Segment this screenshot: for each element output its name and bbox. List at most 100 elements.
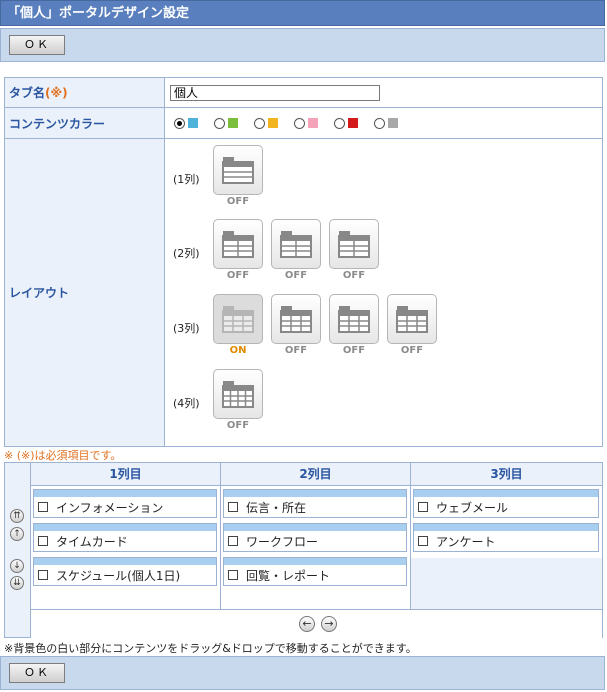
- content-label: 回覧・レポート: [246, 568, 331, 583]
- card-drag-handle[interactable]: [414, 490, 598, 497]
- card-drag-handle[interactable]: [224, 490, 406, 497]
- move-arrows: ⇈ ↑ ↓ ⇊: [5, 463, 31, 637]
- column-drop-area[interactable]: 伝言・所在ワークフロー 回覧・レポート: [221, 486, 410, 609]
- content-label: インフォメーション: [56, 500, 164, 515]
- required-mark: (※): [45, 86, 68, 100]
- content-label: 伝言・所在: [246, 500, 307, 515]
- content-card[interactable]: インフォメーション: [33, 489, 217, 518]
- layout-option[interactable]: OFF: [271, 294, 321, 356]
- move-left-icon[interactable]: ←: [299, 616, 315, 632]
- column-header: 1列目: [31, 463, 220, 486]
- color-swatch-6: [388, 118, 398, 128]
- content-card[interactable]: ワークフロー: [223, 523, 407, 552]
- content-card[interactable]: 伝言・所在: [223, 489, 407, 518]
- color-swatch-4: [308, 118, 318, 128]
- layout-row-4: (4列) OFF: [173, 369, 271, 431]
- layout-row-label: (2列): [173, 247, 200, 260]
- content-card[interactable]: ウェブメール: [413, 489, 599, 518]
- layout-status: OFF: [226, 196, 250, 207]
- layout-status: OFF: [400, 345, 424, 356]
- content-card[interactable]: タイムカード: [33, 523, 217, 552]
- content-label: タイムカード: [56, 534, 128, 549]
- layout-row-label: (1列): [173, 173, 200, 186]
- column-drop-area[interactable]: インフォメーション タイムカードスケジュール(個人1日): [31, 486, 220, 609]
- column-drop-area[interactable]: ウェブメールアンケート: [411, 486, 602, 609]
- layout-option[interactable]: OFF: [271, 219, 321, 281]
- tab-name-cell: [164, 77, 603, 108]
- layout-2col-a-icon: [213, 219, 263, 269]
- layout-status: OFF: [342, 345, 366, 356]
- layout-option[interactable]: OFF: [329, 294, 379, 356]
- column-2: 2列目伝言・所在ワークフロー 回覧・レポート: [221, 463, 411, 609]
- color-swatch-2: [228, 118, 238, 128]
- content-checkbox[interactable]: [228, 502, 238, 512]
- content-card[interactable]: スケジュール(個人1日): [33, 557, 217, 586]
- ok-button-top[interactable]: ＯＫ: [9, 35, 65, 55]
- required-note: ※ (※)は必須項目です。: [4, 449, 122, 462]
- layout-option[interactable]: OFF: [329, 219, 379, 281]
- layout-2col-c-icon: [329, 219, 379, 269]
- color-swatch-3: [268, 118, 278, 128]
- layout-status: OFF: [226, 420, 250, 431]
- card-drag-handle[interactable]: [34, 490, 216, 497]
- move-top-icon[interactable]: ⇈: [10, 509, 24, 523]
- color-radio-5[interactable]: [334, 117, 345, 129]
- content-checkbox[interactable]: [228, 570, 238, 580]
- column-nav: ← →: [31, 609, 602, 639]
- layout-option[interactable]: OFF: [213, 145, 263, 207]
- layout-label: レイアウト: [4, 138, 165, 447]
- color-radio-4[interactable]: [294, 117, 305, 129]
- layout-option[interactable]: OFF: [213, 369, 263, 431]
- content-checkbox[interactable]: [228, 536, 238, 546]
- column-3: 3列目 ウェブメール アンケート: [411, 463, 602, 609]
- layout-row-1: (1列) OFF: [173, 145, 271, 207]
- content-color-cell: [164, 107, 603, 139]
- layout-3col-c-icon: [329, 294, 379, 344]
- content-card[interactable]: アンケート: [413, 523, 599, 552]
- layout-status: OFF: [284, 270, 308, 281]
- tab-name-input[interactable]: [170, 84, 380, 101]
- move-down-icon[interactable]: ↓: [10, 559, 24, 573]
- layout-status: ON: [229, 345, 247, 356]
- ok-button-bottom[interactable]: ＯＫ: [9, 663, 65, 683]
- move-right-icon[interactable]: →: [321, 616, 337, 632]
- move-bottom-icon[interactable]: ⇊: [10, 576, 24, 590]
- color-radio-1[interactable]: [174, 117, 185, 129]
- layout-option[interactable]: OFF: [387, 294, 437, 356]
- color-radio-2[interactable]: [214, 117, 225, 129]
- layout-status: OFF: [284, 345, 308, 356]
- content-checkbox[interactable]: [418, 502, 428, 512]
- content-color-label: コンテンツカラー: [4, 107, 165, 139]
- page-title: 「個人」ポータルデザイン設定: [0, 0, 605, 26]
- content-label: ワークフロー: [246, 534, 319, 549]
- content-label: ウェブメール: [436, 500, 509, 515]
- color-radio-6[interactable]: [374, 117, 385, 129]
- content-checkbox[interactable]: [38, 570, 48, 580]
- layout-3col-d-icon: [387, 294, 437, 344]
- color-swatch-1: [188, 118, 198, 128]
- card-drag-handle[interactable]: [224, 558, 406, 565]
- card-drag-handle[interactable]: [224, 524, 406, 531]
- column-header: 2列目: [221, 463, 410, 486]
- layout-3col-a-icon: [213, 294, 263, 344]
- move-up-icon[interactable]: ↑: [10, 527, 24, 541]
- card-drag-handle[interactable]: [34, 558, 216, 565]
- layout-status: OFF: [226, 270, 250, 281]
- content-arrangement: ⇈ ↑ ↓ ⇊ 1列目 インフォメーション タイムカード スケジュール(個人1日) 2列…: [4, 462, 603, 639]
- layout-3col-b-icon: [271, 294, 321, 344]
- layout-row-label: (4列): [173, 397, 200, 410]
- content-checkbox[interactable]: [38, 536, 48, 546]
- content-checkbox[interactable]: [38, 502, 48, 512]
- card-drag-handle[interactable]: [34, 524, 216, 531]
- content-card[interactable]: 回覧・レポート: [223, 557, 407, 586]
- color-radio-3[interactable]: [254, 117, 265, 129]
- content-checkbox[interactable]: [418, 536, 428, 546]
- settings-form: タブ名(※) コンテンツカラー レイアウト (1列) OFF (2列) OFF OFF O…: [4, 77, 603, 447]
- layout-option[interactable]: OFF: [213, 219, 263, 281]
- tab-name-label-cell: タブ名(※): [4, 77, 165, 108]
- card-drag-handle[interactable]: [414, 524, 598, 531]
- layout-cell: (1列) OFF (2列) OFF OFF OFF (3列) ON OFF OFF OFF (4列) O…: [164, 138, 603, 447]
- column-1: 1列目インフォメーション タイムカードスケジュール(個人1日): [31, 463, 221, 609]
- layout-option[interactable]: ON: [213, 294, 263, 356]
- layout-1col-icon: [213, 145, 263, 195]
